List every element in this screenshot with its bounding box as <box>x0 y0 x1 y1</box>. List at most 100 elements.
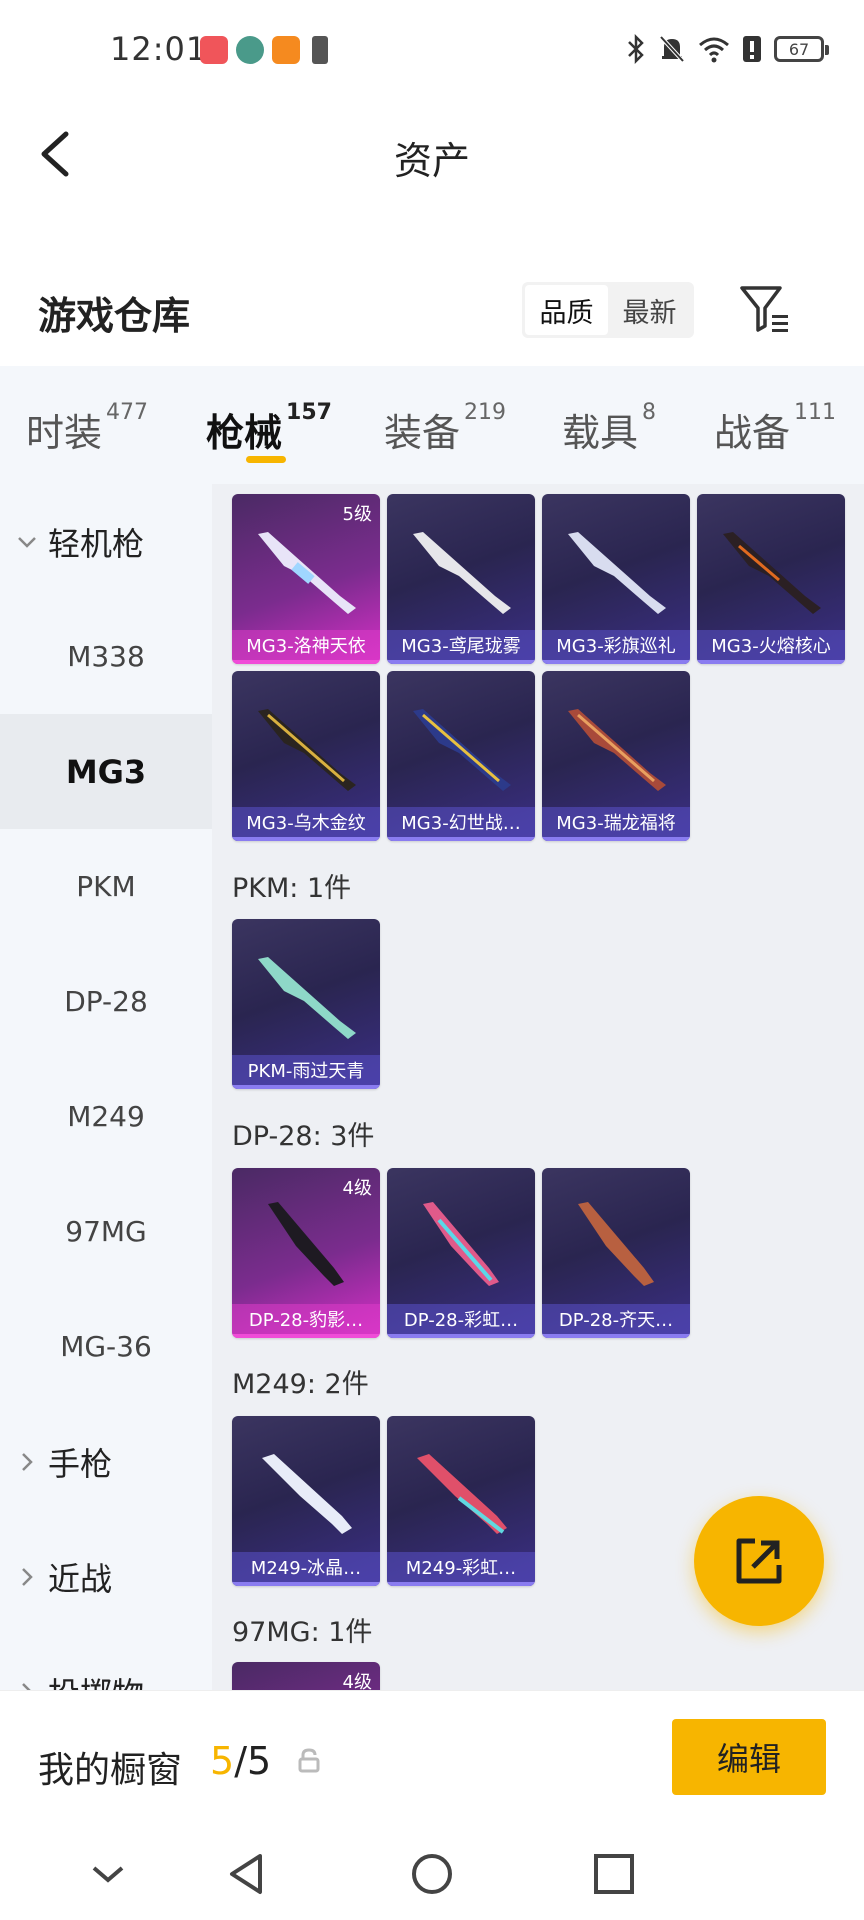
alert-icon <box>312 36 328 64</box>
tab-count: 157 <box>286 400 332 425</box>
sidebar-group-lmg[interactable]: 轻机枪 <box>16 484 144 599</box>
status-bar: 12:01 67 <box>0 0 864 100</box>
skin-name: M249-彩虹… <box>387 1552 535 1586</box>
chevron-down-icon[interactable] <box>80 1846 136 1902</box>
sidebar-item-97mg[interactable]: 97MG <box>0 1174 212 1289</box>
tab-count: 111 <box>794 400 837 425</box>
section-label-97mg: 97MG: 1件 <box>232 1617 373 1648</box>
skin-card[interactable]: MG3-火熔核心 <box>697 494 845 664</box>
skin-name: M249-冰晶… <box>232 1552 380 1586</box>
skin-card[interactable]: MG3-乌木金纹 <box>232 671 380 841</box>
showcase-count: 5/5 <box>210 1739 271 1783</box>
gun-skin-image <box>423 1202 499 1286</box>
lock-icon <box>298 1748 320 1773</box>
sidebar-group-pistol[interactable]: 手枪 <box>16 1404 112 1519</box>
status-time: 12:01 <box>110 30 208 68</box>
tab-equipment[interactable]: 装备 219 <box>384 400 507 457</box>
nav-home-icon[interactable] <box>404 1846 460 1902</box>
skin-card[interactable]: DP-28-齐天… <box>542 1168 690 1338</box>
skin-card[interactable]: 4级 <box>232 1662 380 1690</box>
sidebar-item-mg3[interactable]: MG3 <box>0 714 212 829</box>
skin-card[interactable]: MG3-鸢尾珑雾 <box>387 494 535 664</box>
skin-card[interactable]: MG3-彩旗巡礼 <box>542 494 690 664</box>
tab-fashion[interactable]: 时装 477 <box>26 400 148 457</box>
tab-firearms[interactable]: 枪械 157 <box>206 400 332 457</box>
app-notification-icon <box>236 36 264 64</box>
status-icons: 67 <box>626 34 829 64</box>
skin-name: MG3-火熔核心 <box>697 630 845 664</box>
alert-icon <box>743 36 761 62</box>
skin-card[interactable]: M249-彩虹… <box>387 1416 535 1586</box>
sidebar-item-pkm[interactable]: PKM <box>0 829 212 944</box>
wifi-icon <box>699 37 729 63</box>
sidebar-item-m249[interactable]: M249 <box>0 1059 212 1174</box>
app-notification-icon <box>200 36 228 64</box>
skin-name: MG3-彩旗巡礼 <box>542 630 690 664</box>
battery-icon: 67 <box>774 36 829 62</box>
gun-skin-image <box>413 709 511 791</box>
gun-skin-image <box>262 1454 352 1534</box>
chevron-right-icon <box>22 1682 32 1690</box>
gun-skin-image <box>417 1454 507 1534</box>
sidebar-group-melee[interactable]: 近战 <box>16 1519 112 1634</box>
nav-recents-icon[interactable] <box>586 1846 642 1902</box>
nav-back-icon[interactable] <box>220 1846 276 1902</box>
weapon-type-sidebar: 轻机枪 M338 MG3 PKM DP-28 M249 97MG MG-36 手… <box>0 484 212 1690</box>
tab-label: 装备 <box>384 411 461 455</box>
sidebar-item-mg36[interactable]: MG-36 <box>0 1289 212 1404</box>
active-tab-indicator <box>246 456 286 463</box>
sidebar-group-label: 轻机枪 <box>48 524 145 563</box>
tab-supplies[interactable]: 战备 111 <box>714 400 837 457</box>
app-notification-icon <box>272 36 300 64</box>
share-button[interactable] <box>694 1496 824 1626</box>
tab-vehicles[interactable]: 载具 8 <box>562 400 657 457</box>
skin-card[interactable]: 4级 DP-28-豹影… <box>232 1168 380 1338</box>
sidebar-item-dp28[interactable]: DP-28 <box>0 944 212 1059</box>
sort-latest-option[interactable]: 最新 <box>608 285 691 335</box>
mute-icon <box>659 35 685 63</box>
gun-skin-image <box>258 957 356 1039</box>
sort-toggle: 品质 最新 <box>522 282 694 338</box>
tab-label: 载具 <box>562 411 639 455</box>
skin-card[interactable]: 5级 MG3-洛神天依 <box>232 494 380 664</box>
filter-icon[interactable] <box>738 282 794 338</box>
skin-name: MG3-瑞龙福将 <box>542 807 690 841</box>
sidebar-item-m338[interactable]: M338 <box>0 599 212 714</box>
tab-label: 时装 <box>26 411 103 455</box>
gun-skin-image <box>568 532 666 614</box>
bluetooth-icon <box>628 34 644 64</box>
chevron-right-icon <box>22 1452 33 1471</box>
warehouse-title: 游戏仓库 <box>38 294 191 338</box>
sidebar-group-label: 近战 <box>48 1559 113 1598</box>
gun-skin-image <box>268 1202 344 1286</box>
sidebar-group-label: 手枪 <box>48 1444 113 1483</box>
sort-quality-option[interactable]: 品质 <box>525 285 608 335</box>
gun-skin-image <box>723 532 821 614</box>
section-label-pkm: PKM: 1件 <box>232 873 352 904</box>
skin-card[interactable]: PKM-雨过天青 <box>232 919 380 1089</box>
skin-name: DP-28-齐天… <box>542 1304 690 1338</box>
skin-card[interactable]: M249-冰晶… <box>232 1416 380 1586</box>
section-label-m249: M249: 2件 <box>232 1369 369 1400</box>
skin-name: DP-28-彩虹… <box>387 1304 535 1338</box>
app-header: 资产 <box>0 100 864 210</box>
skin-name: DP-28-豹影… <box>232 1304 380 1338</box>
skin-name: PKM-雨过天青 <box>232 1055 380 1089</box>
sidebar-group-throwables[interactable]: 投掷物 <box>16 1634 144 1690</box>
skin-card[interactable]: DP-28-彩虹… <box>387 1168 535 1338</box>
gun-skin-image <box>258 532 356 614</box>
skin-name: MG3-幻世战… <box>387 807 535 841</box>
tab-count: 219 <box>464 400 507 425</box>
showcase-bar: 我的橱窗 5/5 编辑 <box>0 1690 864 1826</box>
skin-name: MG3-鸢尾珑雾 <box>387 630 535 664</box>
skin-name: MG3-洛神天依 <box>232 630 380 664</box>
skin-card[interactable]: MG3-瑞龙福将 <box>542 671 690 841</box>
edit-button[interactable]: 编辑 <box>672 1719 826 1795</box>
skin-card[interactable]: MG3-幻世战… <box>387 671 535 841</box>
page-title: 资产 <box>393 139 470 183</box>
chevron-right-icon <box>22 1567 33 1586</box>
tab-count: 8 <box>642 400 657 425</box>
gun-skin-image <box>413 532 511 614</box>
skin-name: MG3-乌木金纹 <box>232 807 380 841</box>
gun-skin-image <box>568 709 666 791</box>
